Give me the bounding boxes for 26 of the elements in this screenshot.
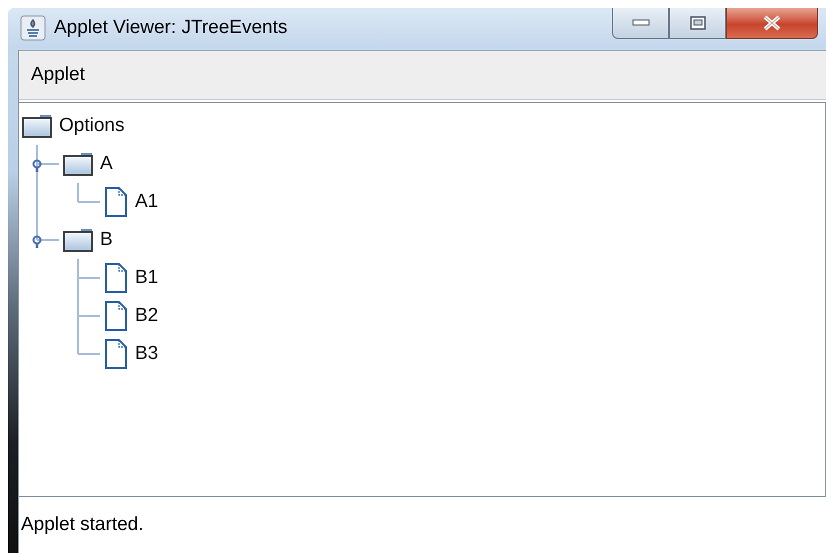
tree-node-label[interactable]: B [100, 229, 113, 251]
folder-icon [63, 228, 93, 252]
document-icon [104, 339, 128, 369]
maximize-button[interactable] [669, 8, 726, 39]
tree-node-label[interactable]: B1 [135, 267, 158, 289]
minimize-icon [632, 19, 650, 27]
document-icon [104, 263, 128, 293]
expand-handle-icon[interactable] [31, 234, 43, 248]
app-icon [20, 15, 46, 41]
document-icon [104, 187, 128, 217]
tree-node-label[interactable]: Options [59, 115, 124, 137]
close-button[interactable] [726, 8, 818, 39]
tree-node-label[interactable]: B2 [135, 305, 158, 327]
menu-item[interactable]: Applet [25, 60, 91, 90]
document-icon [104, 301, 128, 331]
folder-icon [63, 152, 93, 176]
folder-icon [22, 114, 52, 138]
tree-node-label[interactable]: A1 [135, 191, 158, 213]
maximize-icon [690, 16, 706, 30]
tree-node-label[interactable]: B3 [135, 343, 158, 365]
close-icon [762, 15, 782, 31]
window-title: Applet Viewer: JTreeEvents [54, 17, 288, 39]
status-text: Applet started. [21, 514, 144, 536]
minimize-button[interactable] [612, 8, 669, 39]
expand-handle-icon[interactable] [31, 158, 43, 172]
tree-node-label[interactable]: A [100, 153, 113, 175]
